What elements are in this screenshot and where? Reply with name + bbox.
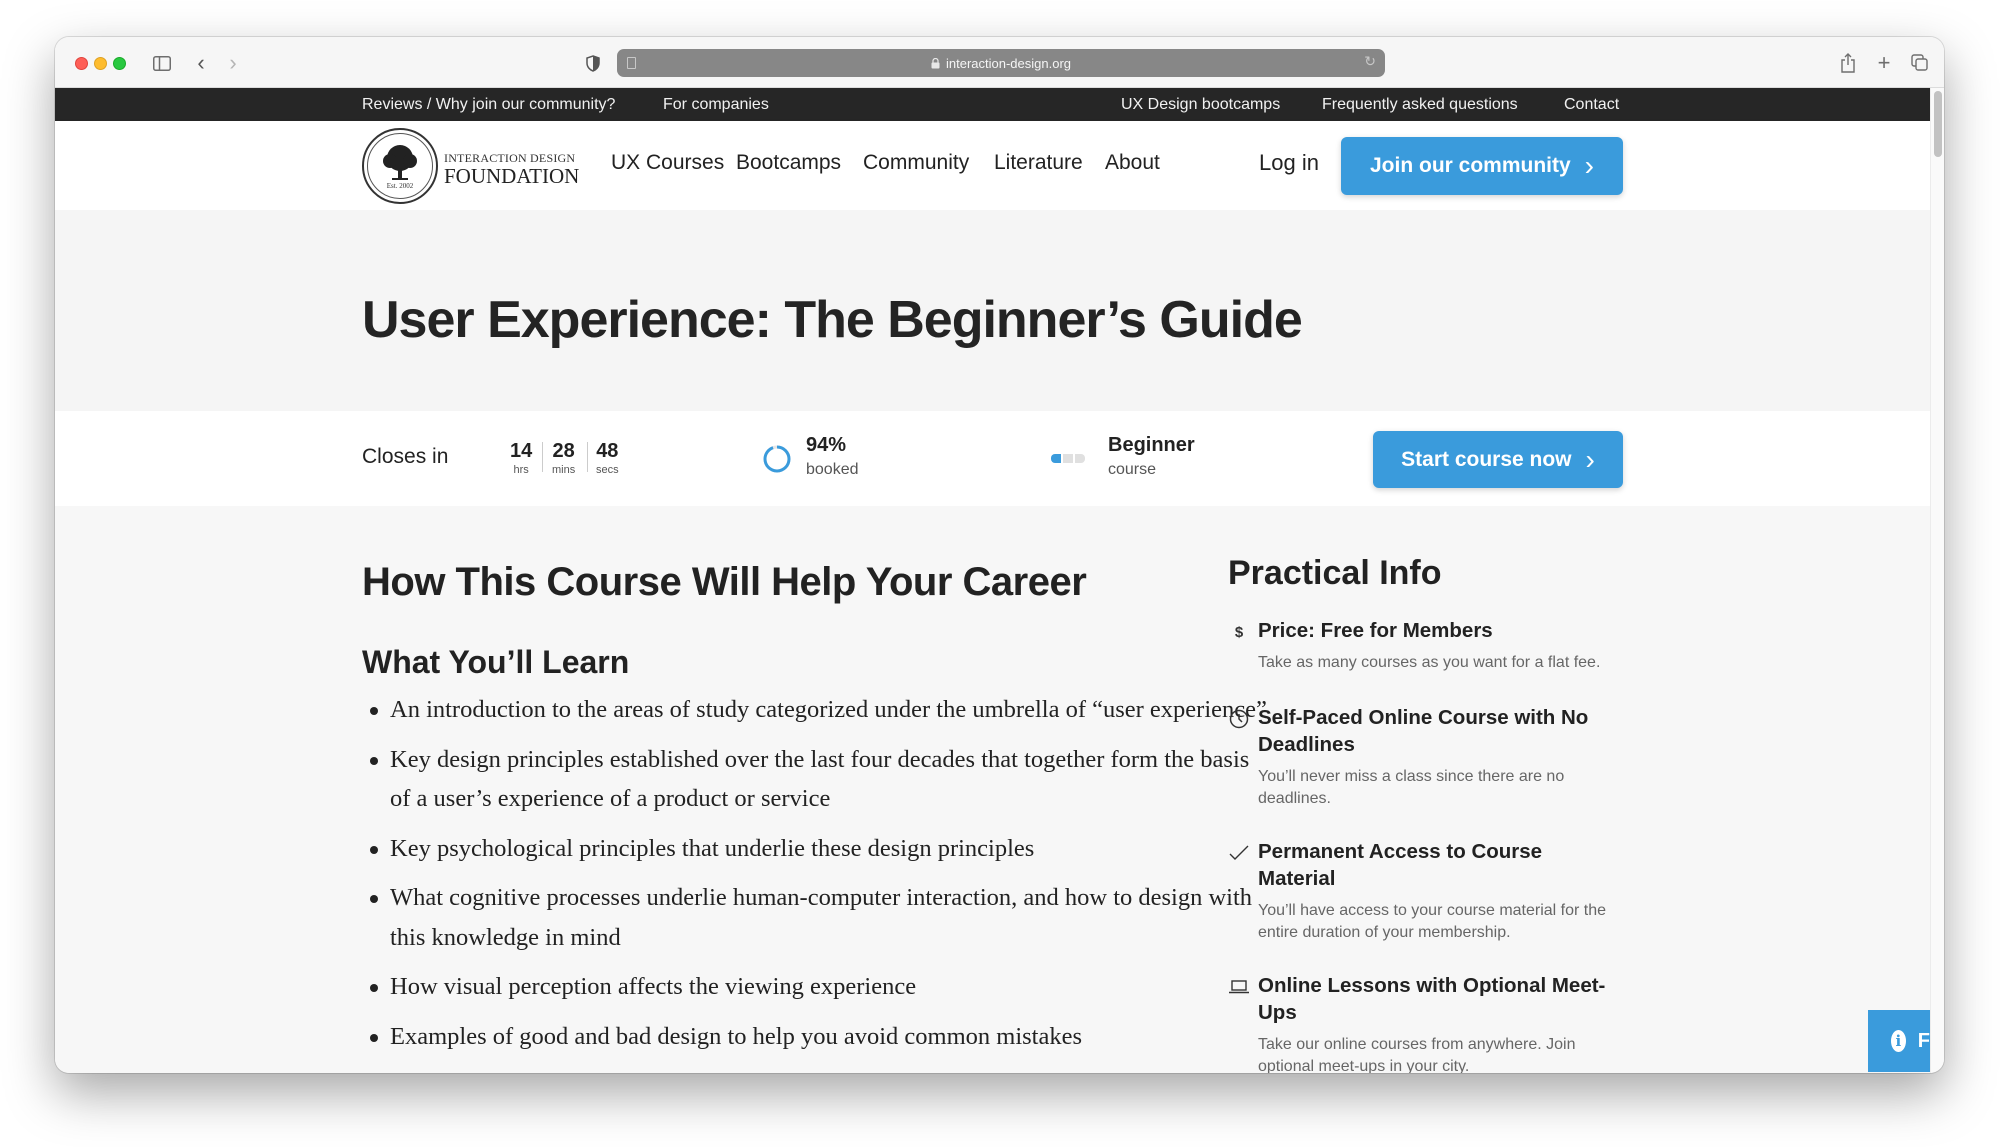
countdown-divider [542, 442, 543, 472]
list-item: Key psychological principles that underl… [370, 829, 1270, 869]
course-content: How This Course Will Help Your Career Wh… [55, 506, 1930, 1073]
feedback-label: F [1917, 1029, 1930, 1052]
nav-bootcamps[interactable]: Bootcamps [736, 151, 841, 175]
learn-list: An introduction to the areas of study ca… [370, 690, 1270, 1066]
dollar-icon: $ [1234, 623, 1244, 641]
nav-about[interactable]: About [1105, 151, 1160, 175]
scrollbar-thumb[interactable] [1934, 91, 1942, 157]
countdown-seconds: 48 secs [596, 440, 619, 476]
for-companies-link[interactable]: For companies [663, 88, 769, 121]
shield-icon[interactable] [583, 50, 603, 76]
join-community-label: Join our community [1369, 154, 1571, 177]
reload-icon[interactable]: ↻ [1364, 53, 1376, 70]
list-item: What cognitive processes underlie human-… [370, 878, 1270, 957]
close-window-button[interactable] [75, 57, 88, 70]
page-title: User Experience: The Beginner’s Guide [362, 291, 1303, 349]
what-you-learn-heading: What You’ll Learn [362, 644, 630, 680]
check-icon [1228, 842, 1250, 864]
closes-in-label: Closes in [362, 445, 449, 468]
page-scrollbar[interactable] [1930, 88, 1944, 1073]
login-link[interactable]: Log in [1259, 150, 1319, 176]
browser-toolbar: ‹ › interaction-design.org ↻ + [55, 37, 1944, 88]
course-level: Beginner [1108, 434, 1195, 456]
info-item-title: Price: Free for Members [1258, 619, 1493, 642]
course-level-label: course [1108, 461, 1157, 478]
list-item: An introduction to the areas of study ca… [370, 690, 1270, 730]
nav-community[interactable]: Community [863, 151, 969, 175]
info-item-desc: Take our online courses from anywhere. J… [1258, 1036, 1576, 1073]
logo-emblem[interactable]: Est. 2002 [362, 128, 438, 204]
logo-est: Est. 2002 [386, 182, 414, 190]
booked-progress-ring [763, 445, 791, 473]
course-stats-bar: Closes in 14 hrs 28 mins 48 secs 94% boo… [55, 411, 1930, 506]
info-item-online: Online Lessons with Optional Meet-Ups Ta… [1228, 972, 1648, 1073]
info-item-desc: You’ll never miss a class since there ar… [1258, 768, 1565, 807]
chevron-right-icon: › [1585, 443, 1595, 475]
booked-progress-fill [763, 445, 791, 473]
zoom-window-button[interactable] [113, 57, 126, 70]
start-course-label: Start course now [1401, 447, 1572, 471]
list-item: Examples of good and bad design to help … [370, 1017, 1270, 1057]
back-icon[interactable]: ‹ [191, 50, 211, 76]
info-item-title: Online Lessons with Optional Meet-Ups [1258, 974, 1606, 1024]
contact-link[interactable]: Contact [1564, 88, 1619, 121]
info-item-price: $ Price: Free for Members Take as many c… [1228, 617, 1648, 674]
faq-link[interactable]: Frequently asked questions [1322, 88, 1518, 121]
url-text: interaction-design.org [945, 55, 1072, 71]
ux-design-bootcamps-link[interactable]: UX Design bootcamps [1121, 88, 1280, 121]
clock-icon [1228, 708, 1250, 730]
course-header: User Experience: The Beginner’s Guide [55, 210, 1930, 411]
nav-ux-courses[interactable]: UX Courses [611, 151, 724, 175]
level-indicator-icon [1051, 454, 1085, 463]
tab-overview-icon[interactable] [1910, 50, 1930, 76]
list-item: Key design principles established over t… [370, 740, 1270, 819]
minimize-window-button[interactable] [94, 57, 107, 70]
info-icon: i [1891, 1030, 1906, 1052]
new-tab-icon[interactable]: + [1874, 50, 1894, 76]
info-item-desc: Take as many courses as you want for a f… [1258, 654, 1601, 671]
list-item: How visual perception affects the viewin… [370, 967, 1270, 1007]
join-community-button[interactable]: Join our community › [1341, 137, 1623, 195]
browser-window: ‹ › interaction-design.org ↻ + Reviews /… [55, 37, 1944, 1073]
nav-literature[interactable]: Literature [994, 151, 1083, 175]
main-nav: Est. 2002 INTERACTION DESIGN FOUNDATION … [55, 121, 1930, 210]
address-bar[interactable]: interaction-design.org ↻ [617, 49, 1385, 77]
info-item-title: Self-Paced Online Course with No Deadlin… [1258, 706, 1589, 756]
laptop-icon [1228, 976, 1250, 998]
page-icon [627, 57, 636, 69]
booked-percent: 94% [806, 434, 847, 456]
reviews-link[interactable]: Reviews / Why join our community? [362, 88, 615, 121]
info-item-title: Permanent Access to Course Material [1258, 840, 1543, 890]
logo-text-line2[interactable]: FOUNDATION [444, 164, 579, 189]
info-item-access: Permanent Access to Course Material You’… [1228, 838, 1648, 944]
countdown-minutes: 28 mins [552, 440, 576, 476]
practical-info-title: Practical Info [1228, 554, 1442, 592]
info-item-desc: You’ll have access to your course materi… [1258, 902, 1607, 941]
share-icon[interactable] [1838, 50, 1858, 76]
sidebar-icon[interactable] [151, 50, 173, 76]
career-heading: How This Course Will Help Your Career [362, 560, 1087, 604]
forward-icon[interactable]: › [223, 50, 243, 76]
info-item-self-paced: Self-Paced Online Course with No Deadlin… [1228, 704, 1648, 810]
countdown-divider [587, 442, 588, 472]
lock-icon [931, 57, 940, 68]
chevron-right-icon: › [1584, 150, 1594, 181]
page-viewport: Reviews / Why join our community? For co… [55, 88, 1930, 1073]
booked-label: booked [806, 461, 859, 478]
feedback-tab[interactable]: i F [1868, 1010, 1930, 1072]
utility-bar: Reviews / Why join our community? For co… [55, 88, 1930, 121]
countdown-hours: 14 hrs [510, 440, 533, 476]
start-course-button[interactable]: Start course now › [1373, 431, 1623, 488]
